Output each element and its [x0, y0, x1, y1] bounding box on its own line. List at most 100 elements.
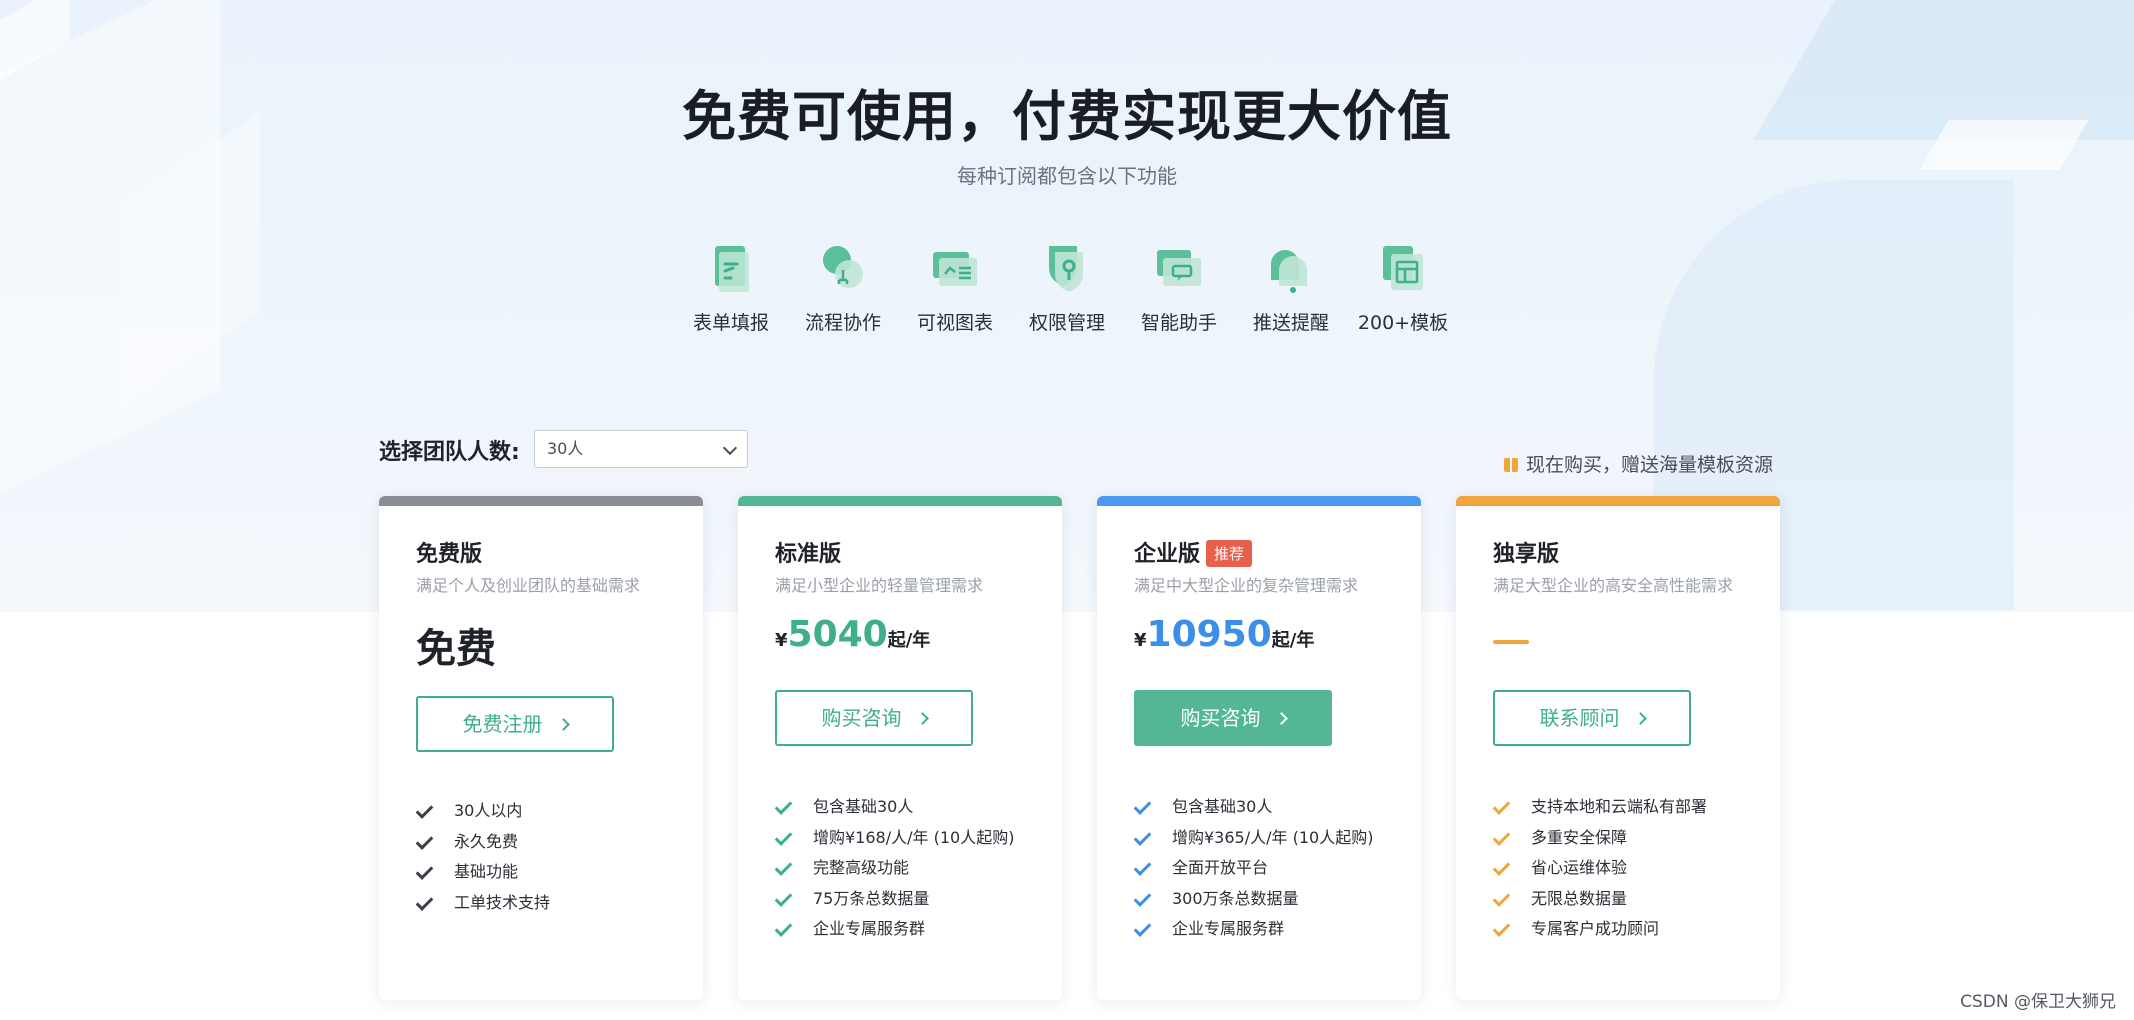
- list-item-text: 企业专属服务群: [1172, 919, 1285, 938]
- price-amount: 10950: [1146, 614, 1272, 655]
- price-currency: ¥: [775, 630, 788, 651]
- assistant-icon: [1157, 250, 1201, 286]
- list-item: 永久免费: [415, 827, 550, 858]
- contact-advisor-button[interactable]: 联系顾问: [1493, 690, 1691, 746]
- plan-accent-bar: [738, 496, 1062, 506]
- plan-name-text: 企业版: [1134, 542, 1201, 567]
- list-item-text: 省心运维体验: [1531, 858, 1628, 877]
- list-item: 基础功能: [415, 857, 550, 888]
- chevron-right-icon: [556, 718, 570, 731]
- check-icon: [1492, 797, 1511, 815]
- list-item-text: 基础功能: [454, 862, 519, 881]
- chevron-down-icon: [722, 440, 738, 456]
- plan-description: 满足中大型企业的复杂管理需求: [1134, 576, 1359, 595]
- feature-list: 表单填报 流程协作 可视图表 权限管理 智能助手 推送提醒 200+模板: [676, 240, 1458, 340]
- feature-item-assistant: 智能助手: [1124, 240, 1234, 335]
- chevron-right-icon: [1274, 712, 1288, 725]
- list-item: 企业专属服务群: [1133, 914, 1373, 945]
- plan-card-exclusive: 独享版 满足大型企业的高安全高性能需求 联系顾问 支持本地和云端私有部署 多重安…: [1456, 496, 1780, 1000]
- feature-item-chart: 可视图表: [900, 240, 1010, 335]
- plan-name: 标准版: [775, 542, 842, 567]
- permission-icon: [1049, 246, 1083, 292]
- list-item-text: 永久免费: [454, 831, 519, 851]
- plan-feature-list: 包含基础30人 增购¥168/人/年 (10人起购) 完整高级功能 75万条总数…: [774, 792, 1015, 945]
- list-item: 75万条总数据量: [774, 884, 1014, 915]
- purchase-consult-button[interactable]: 购买咨询: [775, 690, 973, 746]
- plan-card-enterprise: 企业版 推荐 满足中大型企业的复杂管理需求 ¥10950起/年 购买咨询 包含基础…: [1097, 496, 1421, 1000]
- list-item: 无限总数据量: [1492, 884, 1707, 915]
- list-item: 工单技术支持: [415, 888, 551, 919]
- button-label: 购买咨询: [1180, 706, 1261, 730]
- plan-description: 满足个人及创业团队的基础需求: [416, 576, 641, 595]
- check-icon: [1492, 858, 1511, 876]
- check-icon: [1492, 888, 1511, 907]
- list-item: 专属客户成功顾问: [1492, 914, 1707, 945]
- button-label: 免费注册: [462, 712, 543, 736]
- plan-name: 独享版: [1493, 542, 1560, 567]
- form-icon: [715, 246, 749, 292]
- check-icon: [1492, 919, 1511, 937]
- plan-price: 免费: [416, 626, 496, 672]
- list-item: 300万条总数据量: [1133, 884, 1373, 915]
- feature-item-workflow: 流程协作: [788, 240, 898, 335]
- check-icon: [1133, 797, 1152, 815]
- button-label: 购买咨询: [821, 706, 902, 730]
- feature-item-bell: 推送提醒: [1236, 240, 1346, 335]
- chart-icon: [933, 252, 977, 286]
- list-item-text: 包含基础30人: [813, 797, 914, 816]
- list-item-text: 无限总数据量: [1531, 888, 1628, 908]
- check-icon: [1133, 919, 1152, 937]
- list-item-text: 增购¥365/人/年 (10人起购): [1172, 827, 1374, 847]
- promo-note: 现在购买，赠送海量模板资源: [1504, 450, 1773, 477]
- check-icon: [774, 827, 793, 846]
- price-unit: 起/年: [1271, 630, 1315, 651]
- page-subtitle: 每种订阅都包含以下功能: [957, 164, 1177, 188]
- price-amount: 5040: [787, 614, 888, 655]
- check-icon: [774, 919, 793, 937]
- team-size-value: 30人: [547, 439, 584, 458]
- plan-accent-bar: [1097, 496, 1421, 506]
- list-item: 包含基础30人: [774, 792, 1014, 823]
- purchase-consult-button[interactable]: 购买咨询: [1134, 690, 1332, 746]
- feature-label: 权限管理: [1028, 312, 1105, 334]
- chevron-right-icon: [1633, 712, 1647, 725]
- feature-item-permission: 权限管理: [1012, 240, 1122, 335]
- list-item-text: 企业专属服务群: [813, 919, 926, 938]
- feature-label: 可视图表: [916, 312, 993, 334]
- free-register-button[interactable]: 免费注册: [416, 696, 614, 752]
- page-title: 免费可使用，付费实现更大价值: [682, 85, 1452, 148]
- plan-accent-bar: [379, 496, 703, 506]
- list-item-text: 全面开放平台: [1172, 858, 1269, 877]
- plan-price: ¥10950起/年: [1134, 614, 1314, 655]
- chevron-right-icon: [915, 712, 929, 725]
- plan-accent-bar: [1456, 496, 1780, 506]
- list-item: 增购¥365/人/年 (10人起购): [1133, 823, 1374, 854]
- feature-item-form: 表单填报: [676, 240, 786, 335]
- team-size-select[interactable]: 30人: [534, 430, 748, 468]
- team-size-label: 选择团队人数:: [379, 440, 520, 465]
- list-item-text: 增购¥168/人/年 (10人起购): [813, 827, 1015, 847]
- plan-description: 满足大型企业的高安全高性能需求: [1493, 576, 1734, 595]
- feature-label: 流程协作: [804, 312, 881, 334]
- feature-label: 智能助手: [1140, 312, 1217, 334]
- list-item-text: 工单技术支持: [454, 892, 551, 912]
- promo-text: 现在购买，赠送海量模板资源: [1526, 454, 1774, 476]
- check-icon: [774, 858, 793, 876]
- plan-feature-list: 30人以内 永久免费 基础功能 工单技术支持: [415, 796, 551, 919]
- watermark-text: CSDN @保卫大狮兄: [1960, 992, 2116, 1012]
- list-item-text: 30人以内: [454, 801, 523, 820]
- plan-name: 企业版 推荐: [1134, 536, 1253, 568]
- plan-card-standard: 标准版 满足小型企业的轻量管理需求 ¥5040起/年 购买咨询 包含基础30人 …: [738, 496, 1062, 1000]
- feature-label: 推送提醒: [1252, 312, 1329, 334]
- list-item: 全面开放平台: [1133, 853, 1373, 884]
- price-currency: ¥: [1134, 630, 1147, 651]
- list-item: 企业专属服务群: [774, 914, 1014, 945]
- list-item: 包含基础30人: [1133, 792, 1373, 823]
- plan-price-dash: [1493, 640, 1529, 644]
- price-unit: 起/年: [887, 630, 931, 651]
- check-icon: [1133, 827, 1152, 846]
- plan-feature-list: 支持本地和云端私有部署 多重安全保障 省心运维体验 无限总数据量 专属客户成功顾…: [1492, 792, 1707, 945]
- check-icon: [415, 862, 434, 880]
- plan-feature-list: 包含基础30人 增购¥365/人/年 (10人起购) 全面开放平台 300万条总…: [1133, 792, 1374, 945]
- list-item-text: 300万条总数据量: [1172, 888, 1299, 908]
